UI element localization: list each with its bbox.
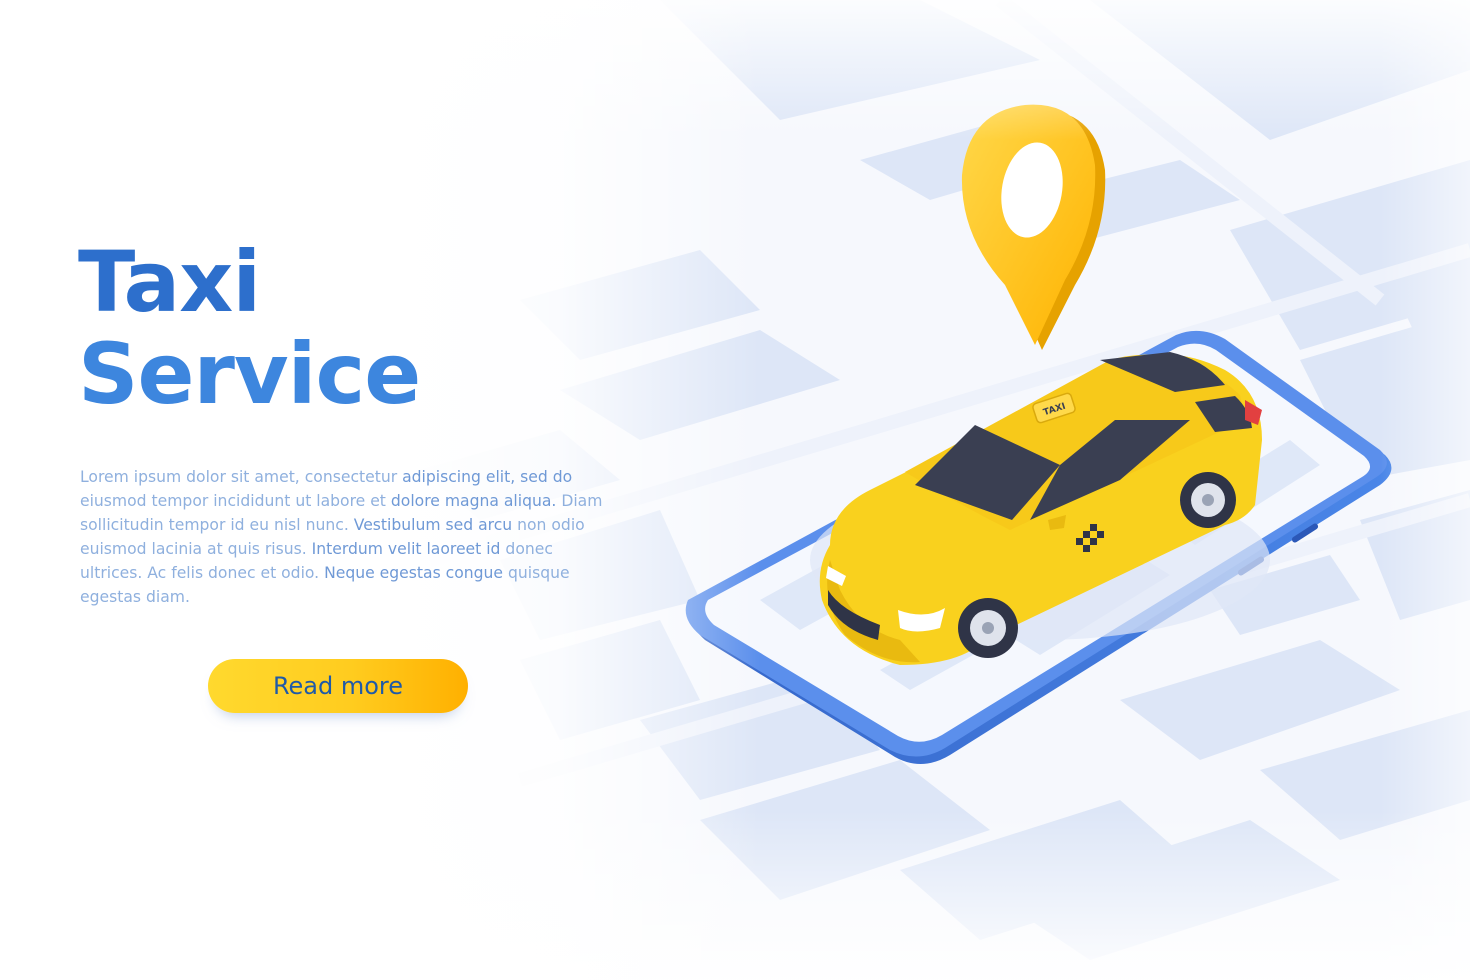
title-line-taxi: Taxi xyxy=(78,233,261,331)
hero-description: Lorem ipsum dolor sit amet, consectetur … xyxy=(80,465,620,609)
description-segment-emphasis: dolore magna aliqua. xyxy=(390,492,557,510)
title-line-service: Service xyxy=(78,325,421,423)
description-segment-emphasis: Vestibulum sed arcu xyxy=(353,516,513,534)
read-more-button[interactable]: Read more xyxy=(208,659,468,713)
description-segment: Lorem ipsum dolor sit amet, consectetur xyxy=(80,468,403,486)
description-segment-emphasis: Neque egestas congue xyxy=(324,564,504,582)
description-segment: eiusmod tempor incididunt ut labore et xyxy=(80,492,391,510)
description-segment-emphasis: adipiscing elit, sed do xyxy=(402,468,573,486)
description-segment-emphasis: Interdum velit laoreet id xyxy=(311,540,501,558)
page-title: Taxi Service xyxy=(78,233,421,423)
